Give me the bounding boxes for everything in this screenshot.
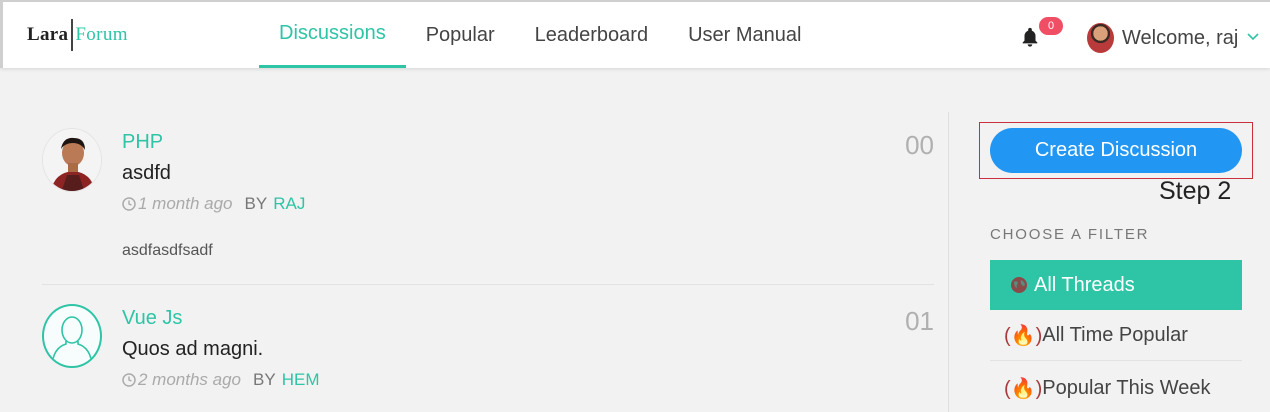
user-photo-avatar[interactable] bbox=[42, 128, 102, 192]
logo-text-lara: Lara bbox=[27, 24, 69, 45]
filter-label: Popular This Week bbox=[1042, 376, 1211, 399]
fire-icon: (🔥) bbox=[1004, 325, 1043, 347]
reply-count: 01 bbox=[905, 306, 934, 336]
filter-all-time-popular[interactable]: (🔥) All Time Popular bbox=[990, 311, 1242, 361]
content-sidebar-divider bbox=[948, 112, 949, 412]
reply-count: 00 bbox=[905, 130, 934, 160]
thread-by-label: BY bbox=[244, 194, 268, 213]
filter-label: All Threads bbox=[1034, 273, 1135, 296]
avatar[interactable] bbox=[1087, 23, 1114, 53]
thread-category[interactable]: Vue Js bbox=[122, 307, 182, 330]
thread-author[interactable]: RAJ bbox=[273, 194, 305, 214]
nav-popular[interactable]: Popular bbox=[406, 2, 515, 68]
logo-divider bbox=[71, 19, 74, 51]
clock-icon bbox=[122, 197, 136, 211]
user-photo-icon bbox=[43, 129, 101, 191]
filter-heading: CHOOSE A FILTER bbox=[990, 226, 1150, 243]
clock-icon bbox=[122, 373, 136, 387]
thread-by-label: BY bbox=[253, 370, 276, 389]
discussion-item[interactable]: Vue Js Quos ad magni. 2 months ago BY HE… bbox=[42, 304, 934, 412]
notification-count-badge: 0 bbox=[1039, 17, 1063, 35]
nav-leaderboard[interactable]: Leaderboard bbox=[515, 2, 668, 68]
filter-all-threads[interactable]: All Threads bbox=[990, 260, 1242, 310]
thread-meta: 2 months ago BY HEM bbox=[122, 370, 319, 390]
thread-excerpt: asdfasdfsadf bbox=[122, 242, 213, 259]
filter-label: All Time Popular bbox=[1042, 324, 1188, 346]
globe-icon bbox=[1011, 277, 1027, 293]
logo-text-forum: Forum bbox=[75, 24, 128, 45]
thread-author[interactable]: HEM bbox=[282, 370, 320, 390]
discussion-item[interactable]: PHP asdfd 1 month ago BY RAJ asdfasdfsad… bbox=[42, 128, 934, 285]
thread-time: 1 month ago bbox=[138, 194, 233, 213]
thread-category[interactable]: PHP bbox=[122, 131, 163, 154]
bell-icon[interactable] bbox=[1019, 26, 1041, 48]
create-discussion-button[interactable]: Create Discussion bbox=[990, 128, 1242, 173]
thread-time: 2 months ago bbox=[138, 370, 242, 389]
nav-discussions[interactable]: Discussions bbox=[259, 2, 406, 68]
welcome-text[interactable]: Welcome, raj bbox=[1122, 27, 1238, 50]
thread-title[interactable]: asdfd bbox=[122, 162, 171, 185]
nav-user-manual[interactable]: User Manual bbox=[668, 2, 821, 68]
main-nav: Discussions Popular Leaderboard User Man… bbox=[259, 2, 821, 68]
default-user-icon bbox=[51, 316, 93, 366]
default-user-avatar[interactable] bbox=[42, 304, 102, 368]
filter-popular-this-week[interactable]: (🔥) Popular This Week bbox=[990, 363, 1242, 412]
step-annotation: Step 2 bbox=[1159, 177, 1232, 205]
thread-meta: 1 month ago BY RAJ bbox=[122, 194, 305, 214]
thread-title[interactable]: Quos ad magni. bbox=[122, 338, 263, 361]
fire-icon: (🔥) bbox=[1004, 377, 1043, 400]
site-logo[interactable]: Lara Forum bbox=[27, 18, 128, 52]
top-navbar: Lara Forum Discussions Popular Leaderboa… bbox=[0, 0, 1270, 68]
chevron-down-icon[interactable] bbox=[1246, 30, 1260, 44]
